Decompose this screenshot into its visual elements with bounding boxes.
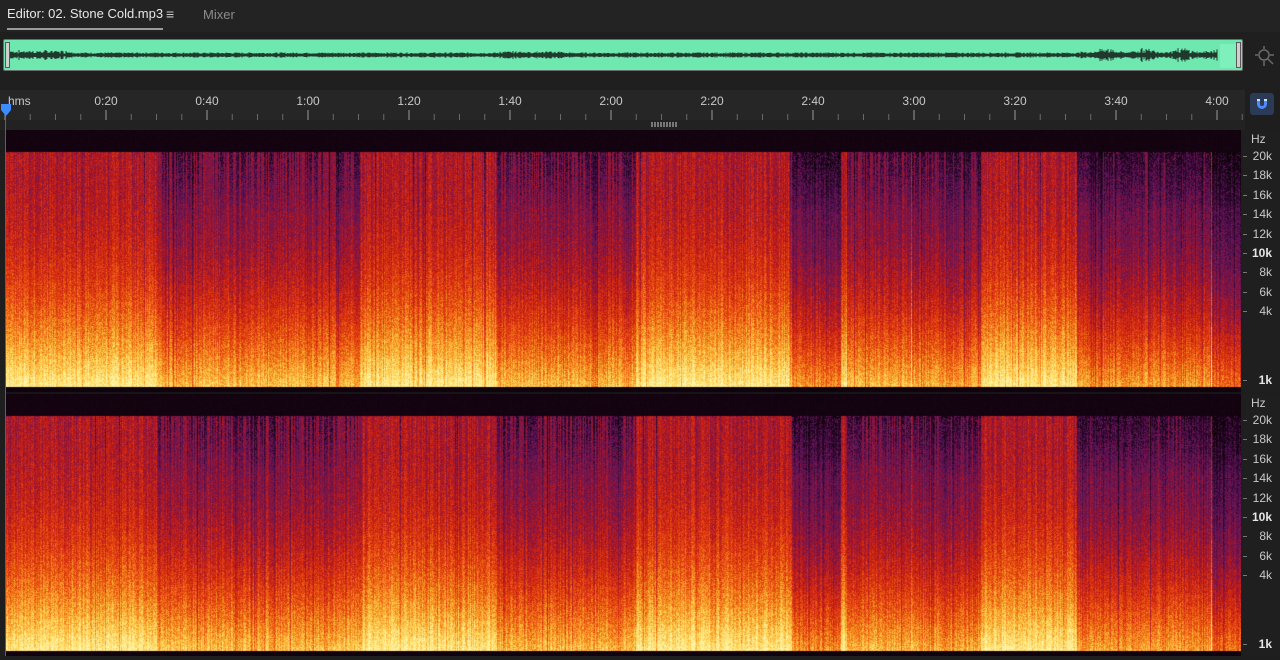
- ruler-label: 1:40: [498, 94, 522, 108]
- frequency-label: 6k: [1259, 548, 1272, 563]
- frequency-tick: [1243, 458, 1247, 460]
- ruler-label: 1:20: [397, 94, 421, 108]
- frequency-tick: [1243, 497, 1247, 499]
- ruler-label: 3:00: [902, 94, 926, 108]
- time-ruler[interactable]: hms 0:20 0:40 1:00 1:20 1:40 2:00 2:20 2:40 3:00…: [0, 90, 1245, 120]
- ruler-label: 0:20: [94, 94, 118, 108]
- frequency-label: 12k: [1252, 226, 1272, 241]
- frequency-tick: [1243, 311, 1247, 313]
- frequency-label: 20k: [1252, 149, 1272, 163]
- frequency-label: 18k: [1252, 432, 1272, 447]
- frequency-label: 14k: [1252, 207, 1272, 222]
- ruler-label: 1:00: [296, 94, 320, 108]
- active-tab-underline: [7, 28, 164, 30]
- frequency-unit-label: Hz: [1251, 396, 1266, 410]
- hamburger-menu-icon[interactable]: ≡: [166, 6, 174, 22]
- resize-grip-icon[interactable]: [651, 122, 677, 127]
- frequency-unit-label: Hz: [1251, 132, 1266, 146]
- frequency-label: 20k: [1252, 413, 1272, 427]
- frequency-tick: [1243, 194, 1247, 196]
- spectrogram-channel-left[interactable]: [6, 130, 1241, 392]
- overview-handle-right[interactable]: [1236, 42, 1241, 68]
- zoom-magnifier-icon[interactable]: [1252, 44, 1276, 68]
- ruler-label: 3:20: [1003, 94, 1027, 108]
- frequency-label: 1k: [1258, 373, 1272, 387]
- ruler-label: 2:40: [801, 94, 825, 108]
- frequency-scale-left: Hz 20k 18k 16k 14k 12k 10k 8k 6k 4k 1k: [1243, 130, 1280, 392]
- ruler-label: 3:40: [1104, 94, 1128, 108]
- frequency-label: 12k: [1252, 490, 1272, 505]
- frequency-label: 4k: [1259, 568, 1272, 583]
- frequency-tick: [1243, 214, 1247, 216]
- panel-tab-bar: Editor: 02. Stone Cold.mp3 ≡ Mixer: [0, 0, 1280, 32]
- frequency-label: 10k: [1251, 510, 1272, 524]
- frequency-label: 6k: [1259, 284, 1272, 299]
- ruler-label: 4:00: [1205, 94, 1229, 108]
- magnet-snap-icon[interactable]: [1250, 93, 1274, 115]
- panel-divider: [0, 120, 1245, 130]
- frequency-tick: [1243, 272, 1247, 274]
- frequency-label: 16k: [1252, 451, 1272, 466]
- spectrogram-channel-right[interactable]: [6, 394, 1241, 656]
- playhead-marker-icon[interactable]: [1, 104, 11, 116]
- frequency-label: 1k: [1258, 637, 1272, 651]
- frequency-label: 4k: [1259, 304, 1272, 319]
- frequency-tick: [1243, 380, 1247, 381]
- frequency-label: 8k: [1259, 529, 1272, 544]
- frequency-tick: [1243, 536, 1247, 538]
- frequency-tick: [1243, 575, 1247, 577]
- frequency-tick: [1243, 439, 1247, 441]
- frequency-scale-right: Hz 20k 18k 16k 14k 12k 10k 8k 6k 4k 1k: [1243, 394, 1280, 656]
- tab-editor[interactable]: Editor: 02. Stone Cold.mp3: [7, 6, 164, 30]
- overview-handle-left[interactable]: [5, 42, 10, 68]
- overview-waveform-shape: [7, 44, 1238, 68]
- frequency-tick: [1243, 156, 1247, 157]
- frequency-tick: [1243, 644, 1247, 645]
- frequency-tick: [1243, 517, 1247, 518]
- ruler-label: 2:20: [700, 94, 724, 108]
- ruler-label: 2:00: [599, 94, 623, 108]
- overview-waveform[interactable]: [3, 39, 1243, 71]
- frequency-label: 18k: [1252, 168, 1272, 183]
- frequency-tick: [1243, 291, 1247, 293]
- time-unit-label: hms: [8, 94, 31, 108]
- frequency-tick: [1243, 233, 1247, 235]
- frequency-label: 14k: [1252, 471, 1272, 486]
- frequency-tick: [1243, 253, 1247, 254]
- tab-editor-label: Editor: 02. Stone Cold.mp3: [7, 6, 164, 21]
- frequency-tick: [1243, 478, 1247, 480]
- frequency-label: 16k: [1252, 187, 1272, 202]
- frequency-tick: [1243, 420, 1247, 421]
- frequency-tick: [1243, 175, 1247, 177]
- ruler-label: 0:40: [195, 94, 219, 108]
- frequency-label: 8k: [1259, 265, 1272, 280]
- frequency-label: 10k: [1251, 246, 1272, 260]
- playhead-line: [5, 116, 6, 656]
- frequency-tick: [1243, 555, 1247, 557]
- tab-mixer[interactable]: Mixer: [203, 7, 235, 22]
